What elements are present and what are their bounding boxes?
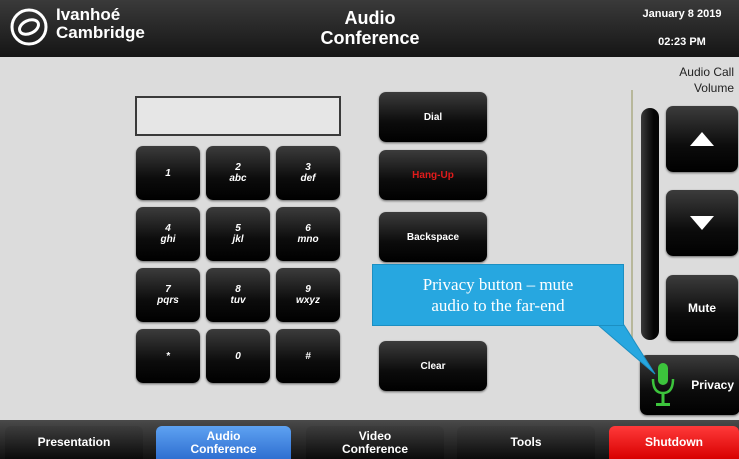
privacy-label: Privacy — [691, 378, 734, 392]
hang-up-button[interactable]: Hang-Up — [379, 150, 487, 200]
key-letters: def — [300, 173, 316, 184]
tab-label-line2: Conference — [190, 441, 257, 456]
keypad-key-5[interactable]: 5 jkl — [206, 207, 270, 261]
keypad-key-8[interactable]: 8 tuv — [206, 268, 270, 322]
key-letters: jkl — [232, 234, 244, 245]
keypad-key-2[interactable]: 2 abc — [206, 146, 270, 200]
dial-button[interactable]: Dial — [379, 92, 487, 142]
title-line2: Conference — [320, 28, 420, 48]
shutdown-button[interactable]: Shutdown — [609, 426, 739, 459]
keypad-key-hash[interactable]: # — [276, 329, 340, 383]
tab-audio-conference[interactable]: Audio Conference — [156, 426, 291, 459]
bottom-nav-bar: Presentation Audio Conference Video Conf… — [0, 420, 739, 459]
clear-button[interactable]: Clear — [379, 341, 487, 391]
date-display: January 8 2019 — [642, 8, 722, 20]
volume-level-bar — [641, 108, 659, 340]
privacy-button[interactable]: Privacy — [640, 355, 739, 415]
header-bar: Ivanhoé Cambridge Audio Conference Janua… — [0, 0, 739, 57]
keypad-key-7[interactable]: 7 pqrs — [136, 268, 200, 322]
callout-line1: Privacy button – mute — [422, 275, 574, 294]
tab-label-line1: Video — [358, 428, 392, 443]
mute-button[interactable]: Mute — [666, 275, 738, 341]
keypad-key-4[interactable]: 4 ghi — [136, 207, 200, 261]
microphone-icon — [651, 363, 675, 406]
keypad-key-6[interactable]: 6 mno — [276, 207, 340, 261]
tab-label: Shutdown — [645, 435, 703, 449]
key-digit: 1 — [165, 167, 171, 179]
key-digit: * — [166, 350, 170, 362]
page-title: Audio Conference — [300, 8, 440, 48]
key-letters: tuv — [230, 295, 246, 306]
brand-line1: Ivanhoé — [56, 5, 121, 24]
backspace-button[interactable]: Backspace — [379, 212, 487, 262]
tab-label: Presentation — [37, 435, 111, 449]
keypad-key-1[interactable]: 1 — [136, 146, 200, 200]
brand-line2: Cambridge — [56, 23, 145, 42]
volume-up-button[interactable] — [666, 106, 738, 172]
time-display: 02:23 PM — [658, 36, 706, 48]
keypad-key-star[interactable]: * — [136, 329, 200, 383]
volume-down-button[interactable] — [666, 190, 738, 256]
brand-name: Ivanhoé Cambridge — [56, 6, 145, 42]
callout-line2: audio to the far-end — [431, 296, 565, 315]
logo-icon — [10, 8, 48, 46]
arrow-up-icon — [690, 132, 714, 146]
divider-line — [631, 90, 633, 344]
callout-annotation: Privacy button – mute audio to the far-e… — [372, 264, 624, 326]
callout-pointer — [596, 324, 656, 375]
volume-label-line2: Volume — [693, 81, 734, 95]
title-line1: Audio — [344, 8, 396, 28]
keypad-key-9[interactable]: 9 wxyz — [276, 268, 340, 322]
key-digit: 5 — [235, 223, 241, 234]
dial-display — [135, 96, 341, 136]
key-digit: 8 — [235, 284, 241, 295]
tab-video-conference[interactable]: Video Conference — [306, 426, 444, 459]
tab-tools[interactable]: Tools — [457, 426, 595, 459]
tab-label-line2: Conference — [341, 441, 409, 456]
tab-label: Tools — [510, 435, 542, 449]
key-letters: pqrs — [157, 295, 179, 306]
key-letters: wxyz — [296, 295, 320, 306]
key-letters: ghi — [160, 234, 176, 245]
volume-label-line1: Audio Call — [679, 65, 734, 79]
tab-label-line1: Audio — [206, 428, 241, 443]
key-digit: 4 — [165, 223, 171, 234]
key-letters: mno — [297, 234, 319, 245]
tab-presentation[interactable]: Presentation — [5, 426, 143, 459]
key-digit: 6 — [305, 223, 311, 234]
volume-label: Audio Call Volume — [662, 64, 734, 96]
key-digit: 0 — [235, 350, 241, 362]
key-digit: 9 — [305, 284, 311, 295]
key-digit: 7 — [165, 284, 171, 295]
key-letters: abc — [229, 173, 247, 184]
key-digit: 3 — [305, 162, 311, 173]
keypad-key-0[interactable]: 0 — [206, 329, 270, 383]
arrow-down-icon — [690, 216, 714, 230]
key-digit: # — [305, 350, 311, 362]
key-digit: 2 — [235, 162, 241, 173]
keypad-key-3[interactable]: 3 def — [276, 146, 340, 200]
